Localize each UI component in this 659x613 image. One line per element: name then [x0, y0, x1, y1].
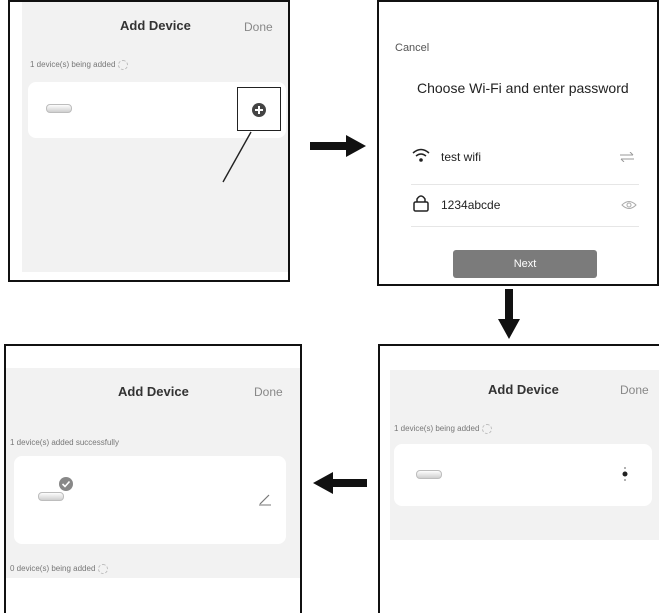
done-button[interactable]: Done	[244, 20, 273, 34]
password-field[interactable]: 1234abcde	[441, 198, 500, 212]
device-icon	[38, 492, 64, 501]
swap-icon[interactable]	[619, 152, 635, 162]
step2-frame: Cancel Choose Wi-Fi and enter password t…	[377, 0, 659, 286]
device-card	[394, 444, 652, 506]
page-title: Add Device	[488, 382, 559, 397]
divider	[411, 184, 639, 185]
pencil-icon[interactable]	[258, 492, 272, 506]
arrow-right-icon	[310, 135, 366, 157]
step2-screen: Cancel Choose Wi-Fi and enter password t…	[383, 8, 655, 280]
step4-frame: Add Device Done 1 device(s) added succes…	[4, 344, 302, 613]
device-card	[14, 456, 286, 544]
wifi-icon	[412, 148, 430, 162]
loading-icon	[622, 467, 628, 481]
success-status: 1 device(s) added successfully	[10, 438, 119, 447]
step4-screen: Add Device Done 1 device(s) added succes…	[6, 368, 300, 578]
adding-status: 1 device(s) being added	[30, 60, 129, 70]
page-title: Add Device	[118, 384, 189, 399]
wifi-heading: Choose Wi-Fi and enter password	[417, 80, 629, 96]
eye-icon[interactable]	[621, 200, 637, 210]
adding-status-label: 0 device(s) being added	[10, 564, 96, 574]
next-button[interactable]: Next	[453, 250, 597, 278]
pointer-line	[222, 131, 252, 183]
step1-frame: Add Device Done 1 device(s) being added	[8, 0, 290, 282]
adding-status: 0 device(s) being added	[10, 564, 109, 574]
spinner-icon	[118, 60, 129, 70]
arrow-down-icon	[498, 289, 520, 339]
done-button[interactable]: Done	[620, 383, 649, 397]
adding-status: 1 device(s) being added	[394, 424, 493, 434]
adding-status-label: 1 device(s) being added	[394, 424, 480, 434]
plus-circle-icon[interactable]	[237, 87, 281, 131]
spinner-icon	[482, 424, 493, 434]
check-badge-icon	[59, 477, 73, 491]
step3-screen: Add Device Done 1 device(s) being added	[390, 370, 659, 540]
cancel-button[interactable]: Cancel	[395, 42, 429, 54]
adding-status-label: 1 device(s) being added	[30, 60, 116, 70]
arrow-left-icon	[313, 472, 367, 494]
device-icon	[46, 104, 72, 113]
divider	[411, 226, 639, 227]
lock-icon	[413, 195, 429, 212]
page-title: Add Device	[120, 18, 191, 33]
wifi-name[interactable]: test wifi	[441, 150, 481, 164]
step1-screen: Add Device Done 1 device(s) being added	[22, 2, 288, 272]
next-button-label: Next	[513, 258, 537, 270]
done-button[interactable]: Done	[254, 385, 283, 399]
spinner-icon	[98, 564, 109, 574]
step3-frame: Add Device Done 1 device(s) being added	[378, 344, 659, 613]
device-icon	[416, 470, 442, 479]
